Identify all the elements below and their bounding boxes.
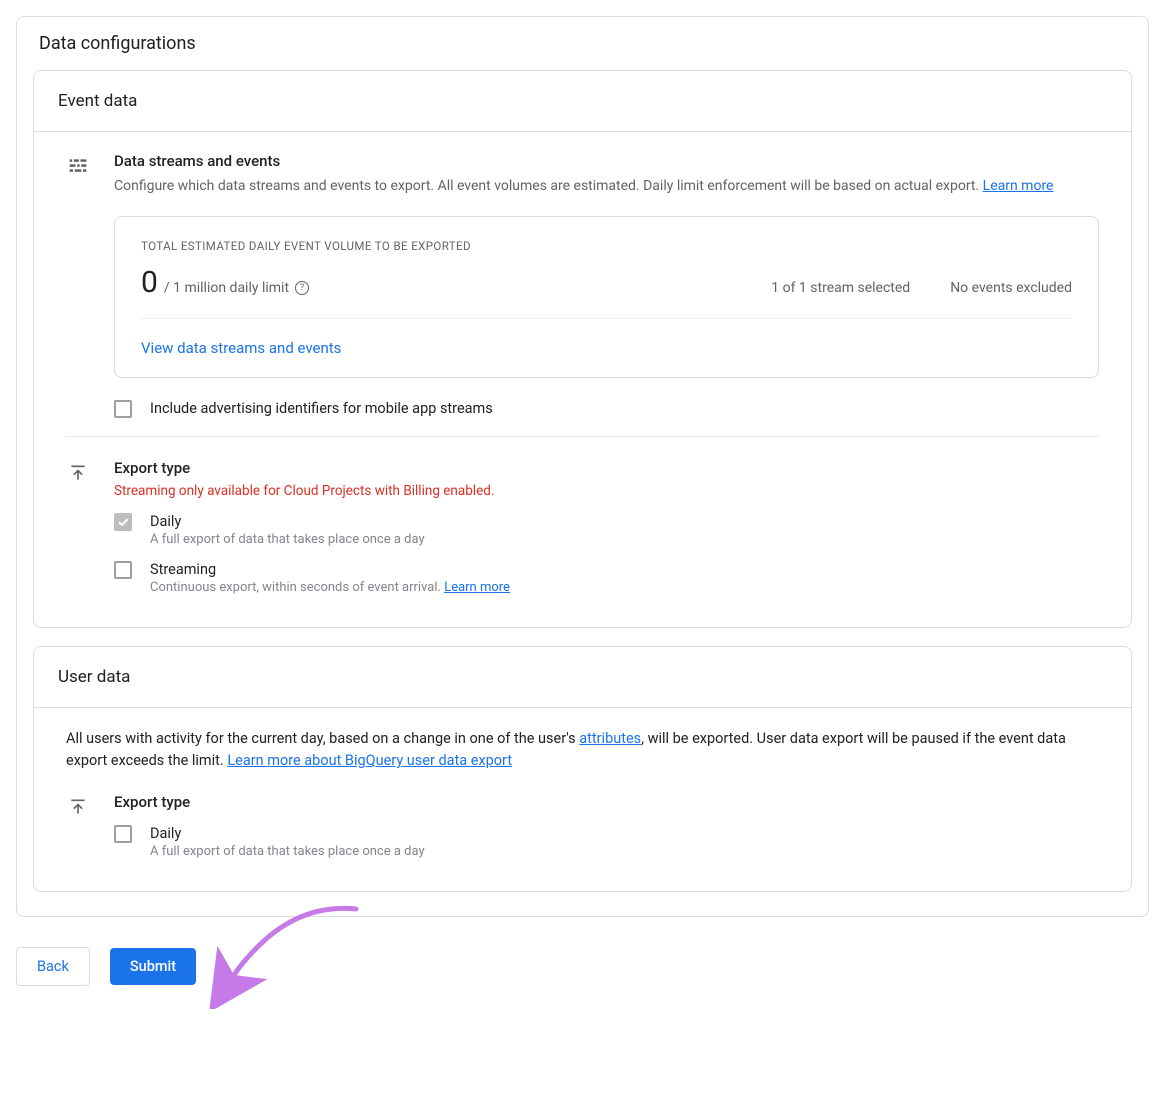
daily-option-name: Daily [150,513,425,530]
stats-count: 0 [141,265,158,300]
userdata-learn-more-link[interactable]: Learn more about BigQuery user data expo… [227,752,512,769]
user-data-header: User data [34,647,1131,708]
daily-option-sub: A full export of data that takes place o… [150,532,425,547]
view-data-streams-link[interactable]: View data streams and events [141,339,341,357]
stats-events-excluded: No events excluded [950,280,1072,296]
data-streams-desc: Configure which data streams and events … [114,176,1099,198]
data-streams-section: Data streams and events Configure which … [66,152,1099,418]
streaming-checkbox[interactable] [114,561,132,579]
event-volume-stats-box: TOTAL ESTIMATED DAILY EVENT VOLUME TO BE… [114,216,1099,378]
event-export-type-section: Export type Streaming only available for… [66,459,1099,595]
export-icon [66,461,90,485]
data-streams-title: Data streams and events [114,152,1099,170]
submit-button[interactable]: Submit [110,948,196,985]
footer-buttons: Back Submit [16,947,1149,986]
event-data-card: Event data Data streams and events Confi… [33,70,1132,628]
divider [66,436,1099,437]
export-option-daily: Daily A full export of data that takes p… [114,513,1099,547]
user-daily-option-sub: A full export of data that takes place o… [150,844,425,859]
streaming-learn-more-link[interactable]: Learn more [444,580,510,595]
stats-label: TOTAL ESTIMATED DAILY EVENT VOLUME TO BE… [141,239,1072,253]
streaming-option-name: Streaming [150,561,510,578]
event-data-header: Event data [34,71,1131,132]
include-advertising-checkbox[interactable] [114,400,132,418]
attributes-link[interactable]: attributes [579,730,641,747]
data-streams-icon [66,154,90,178]
page-title: Data configurations [39,33,1132,54]
user-export-option-daily: Daily A full export of data that takes p… [114,825,1099,859]
user-daily-checkbox[interactable] [114,825,132,843]
user-export-type-title: Export type [114,793,1099,811]
back-button[interactable]: Back [16,947,90,986]
streaming-warning: Streaming only available for Cloud Proje… [114,483,1099,499]
user-export-type-section: Export type Daily A full export of data … [66,793,1099,859]
streaming-option-sub: Continuous export, within seconds of eve… [150,580,510,595]
stats-stream-selected: 1 of 1 stream selected [771,280,910,296]
include-advertising-label: Include advertising identifiers for mobi… [150,400,493,417]
info-icon[interactable]: ? [295,281,309,295]
daily-checkbox-checked[interactable] [114,513,132,531]
user-data-desc: All users with activity for the current … [66,728,1099,773]
user-data-card: User data All users with activity for th… [33,646,1132,892]
data-streams-desc-text: Configure which data streams and events … [114,178,983,194]
stats-limit-text: / 1 million daily limit [164,280,289,296]
include-advertising-row: Include advertising identifiers for mobi… [114,400,1099,418]
event-export-type-title: Export type [114,459,1099,477]
user-daily-option-name: Daily [150,825,425,842]
export-option-streaming: Streaming Continuous export, within seco… [114,561,1099,595]
export-icon [66,795,90,819]
data-configurations-panel: Data configurations Event data Data stre… [16,16,1149,917]
data-streams-learn-more-link[interactable]: Learn more [983,178,1054,194]
